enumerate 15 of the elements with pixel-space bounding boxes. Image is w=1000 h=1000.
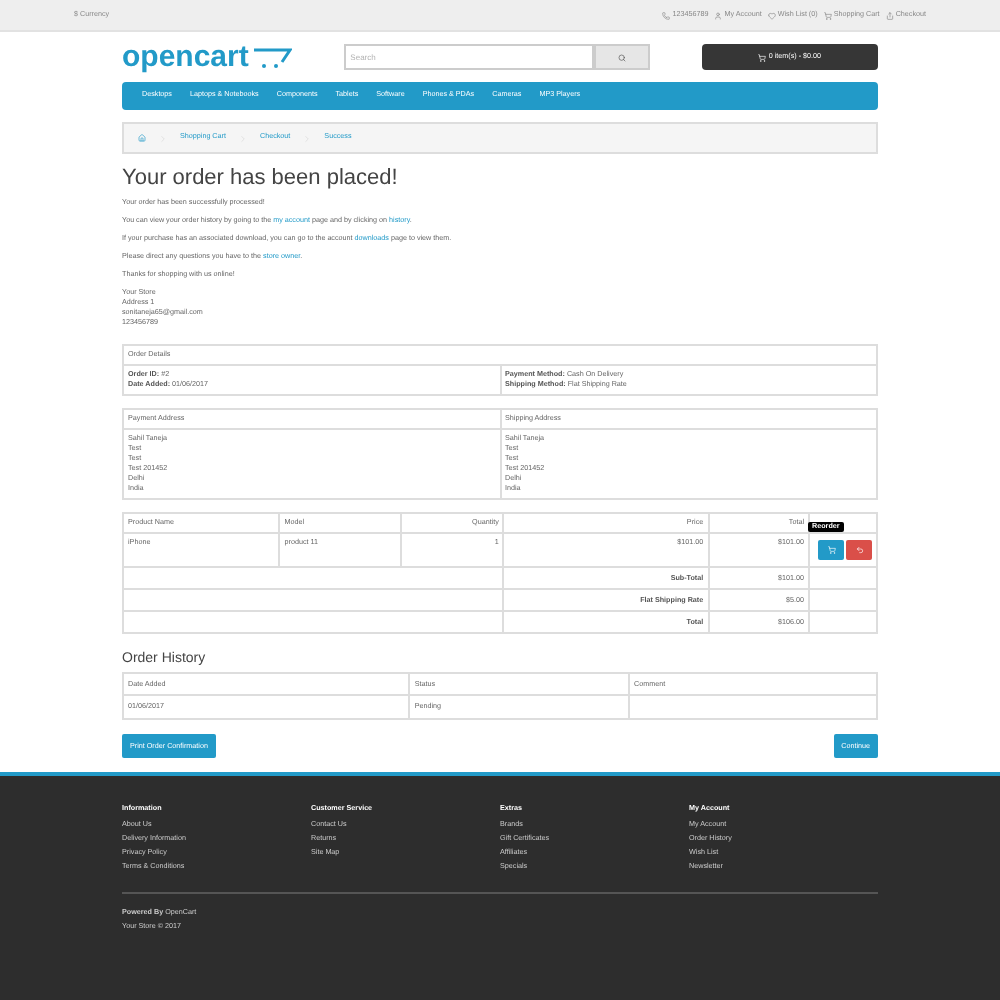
reorder-button[interactable] — [818, 540, 844, 561]
home-icon[interactable] — [138, 134, 146, 142]
phone-icon — [662, 11, 671, 19]
cart-logo-icon — [252, 47, 293, 67]
logo[interactable]: opencart — [122, 42, 249, 72]
undo-icon — [855, 546, 863, 555]
cart-icon — [758, 53, 767, 61]
cart-icon — [823, 11, 832, 19]
heart-icon — [767, 11, 776, 19]
cart-icon — [827, 546, 835, 555]
return-button[interactable] — [846, 540, 872, 561]
user-icon — [714, 11, 723, 19]
share-icon — [885, 11, 894, 19]
page-title: Your order has been placed! — [122, 166, 400, 194]
search-icon — [618, 53, 627, 61]
